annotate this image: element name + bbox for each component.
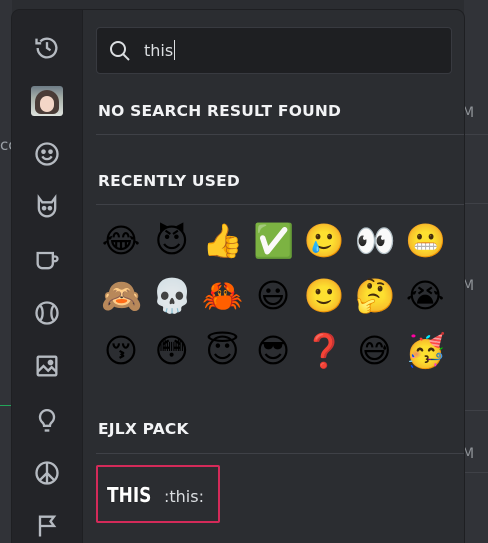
text-caret <box>174 40 176 60</box>
background-divider <box>464 410 488 411</box>
background-divider <box>464 203 488 204</box>
cat-icon[interactable] <box>31 191 63 223</box>
background-unread-line <box>0 405 12 406</box>
search-icon <box>110 41 130 61</box>
image-icon[interactable] <box>31 350 63 382</box>
clock-icon[interactable] <box>31 32 63 64</box>
section-divider <box>96 453 464 454</box>
pack-sticker: THIS <box>107 483 152 507</box>
emoji-item[interactable]: ✅ <box>253 221 294 261</box>
avatar[interactable] <box>31 86 63 116</box>
emoji-item[interactable]: 😅 <box>355 331 395 371</box>
no-result-heading: NO SEARCH RESULT FOUND <box>98 102 342 120</box>
background-divider <box>464 134 488 135</box>
search-input[interactable]: this <box>96 27 452 74</box>
ball-icon[interactable] <box>31 297 63 329</box>
cup-icon[interactable] <box>31 244 63 276</box>
emoji-picker: this NO SEARCH RESULT FOUND RECENTLY USE… <box>12 10 464 543</box>
pack-heading: EJLX PACK <box>98 420 189 438</box>
emoji-item[interactable]: 🦀 <box>202 276 243 316</box>
emoji-item[interactable]: ❓ <box>304 331 345 371</box>
peace-icon[interactable] <box>31 457 63 489</box>
background-top <box>0 0 488 10</box>
smile-icon[interactable] <box>31 138 63 170</box>
pack-emoji-item[interactable]: THIS :this: <box>96 465 220 523</box>
emoji-item[interactable]: 😚 <box>101 331 141 371</box>
emoji-item[interactable]: 😈 <box>152 221 192 261</box>
emoji-item[interactable]: 💀 <box>152 276 193 316</box>
emoji-item[interactable]: 😭 <box>405 276 445 316</box>
section-divider <box>96 134 464 135</box>
bulb-icon[interactable] <box>31 404 63 436</box>
emoji-item[interactable]: 🤔 <box>355 276 396 316</box>
section-divider <box>96 204 464 205</box>
background-left-pane <box>0 0 12 543</box>
pack-emoji-code: :this: <box>164 487 204 506</box>
emoji-item[interactable]: 🥳 <box>405 331 446 371</box>
emoji-item[interactable]: 😃 <box>253 276 293 316</box>
category-rail <box>12 10 83 543</box>
emoji-item[interactable]: 😬 <box>405 221 446 261</box>
emoji-item[interactable]: 🙈 <box>101 276 142 316</box>
emoji-item[interactable]: 😂 <box>101 221 141 261</box>
emoji-item[interactable]: 😇 <box>202 331 242 371</box>
emoji-item[interactable]: 👀 <box>355 221 396 261</box>
recently-used-heading: RECENTLY USED <box>98 172 240 190</box>
background-divider <box>464 472 488 473</box>
flag-icon[interactable] <box>31 510 63 542</box>
picker-content: this NO SEARCH RESULT FOUND RECENTLY USE… <box>83 10 464 543</box>
search-query: this <box>144 41 174 60</box>
emoji-item[interactable]: 🥲 <box>304 221 345 261</box>
emoji-item[interactable]: 👍 <box>202 221 243 261</box>
emoji-item[interactable]: 😳 <box>152 331 192 371</box>
emoji-item[interactable]: 😎 <box>253 331 293 371</box>
emoji-item[interactable]: 🙂 <box>304 276 345 316</box>
